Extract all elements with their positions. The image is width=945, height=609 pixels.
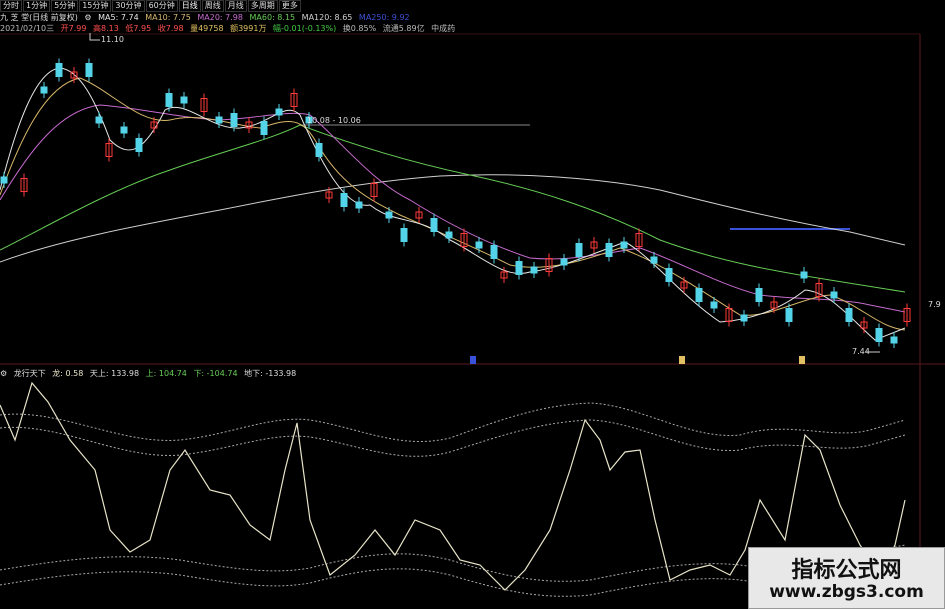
candle-body (85, 63, 93, 77)
high-price-label: 11.10 (101, 35, 124, 44)
candle-body (0, 176, 8, 184)
candle-body (800, 271, 808, 279)
up-value: 上: 104.74 (145, 369, 187, 378)
candle-body (560, 258, 568, 266)
candle-body (650, 256, 658, 264)
indicator-legend: ⚙ 龙行天下 龙: 0.58 天上: 133.98 上: 104.74 下: -… (0, 368, 300, 380)
candle-body (340, 193, 348, 207)
candle-body (215, 116, 223, 124)
candle-body (260, 121, 268, 135)
ma20-line (0, 104, 906, 313)
candle-body (515, 261, 523, 275)
candlesticks (0, 58, 911, 348)
sky-band (0, 402, 906, 442)
candle-body (875, 328, 883, 342)
watermark-title: 指标公式网 (791, 558, 902, 583)
candle-body (575, 243, 583, 257)
ma120-line (0, 174, 906, 263)
candle-body (695, 288, 703, 302)
candle-body (785, 308, 793, 322)
candle-body (135, 138, 143, 152)
candle-body (445, 231, 453, 239)
chart-canvas[interactable] (0, 0, 945, 609)
candle-body (740, 314, 748, 322)
range-label: 10.08 - 10.06 (307, 116, 361, 125)
candle-body (605, 243, 613, 257)
candle-body (230, 113, 238, 127)
candle-body (530, 266, 538, 274)
candle-body (165, 93, 173, 107)
event-marker[interactable] (679, 356, 685, 364)
candle-body (890, 336, 898, 344)
ma10-line (0, 77, 906, 331)
candle-body (830, 291, 838, 299)
candle-body (355, 201, 363, 209)
candle-body (710, 301, 718, 309)
candle-body (180, 96, 188, 104)
watermark-url: www.zbgs3.com (769, 582, 924, 602)
up-band (0, 419, 906, 457)
candle-body (620, 241, 628, 249)
watermark-banner: 指标公式网 www.zbgs3.com (748, 547, 945, 609)
low-price-label: 7.44 (852, 347, 870, 356)
down-value: 下: -104.74 (193, 369, 238, 378)
candle-body (475, 241, 483, 249)
candle-body (385, 211, 393, 219)
candle-body (120, 126, 128, 134)
indicator-settings-icon[interactable]: ⚙ (0, 369, 7, 378)
candle-body (755, 288, 763, 302)
event-marker[interactable] (799, 356, 805, 364)
candle-body (845, 308, 853, 322)
indicator-name[interactable]: 龙行天下 (14, 369, 46, 378)
candle-body (665, 268, 673, 282)
ground-value: 地下: -133.98 (244, 369, 297, 378)
candle-body (315, 143, 323, 157)
candle-body (40, 86, 48, 94)
candle-body (275, 108, 283, 116)
candle-body (430, 218, 438, 232)
candle-body (490, 245, 498, 259)
dragon-value: 龙: 0.58 (52, 369, 84, 378)
candle-body (95, 116, 103, 124)
candle-body (55, 63, 63, 77)
event-marker[interactable] (470, 356, 476, 364)
candle-body (400, 228, 408, 242)
price-axis-label: 7.9 (928, 300, 941, 309)
sky-value: 天上: 133.98 (89, 369, 140, 378)
